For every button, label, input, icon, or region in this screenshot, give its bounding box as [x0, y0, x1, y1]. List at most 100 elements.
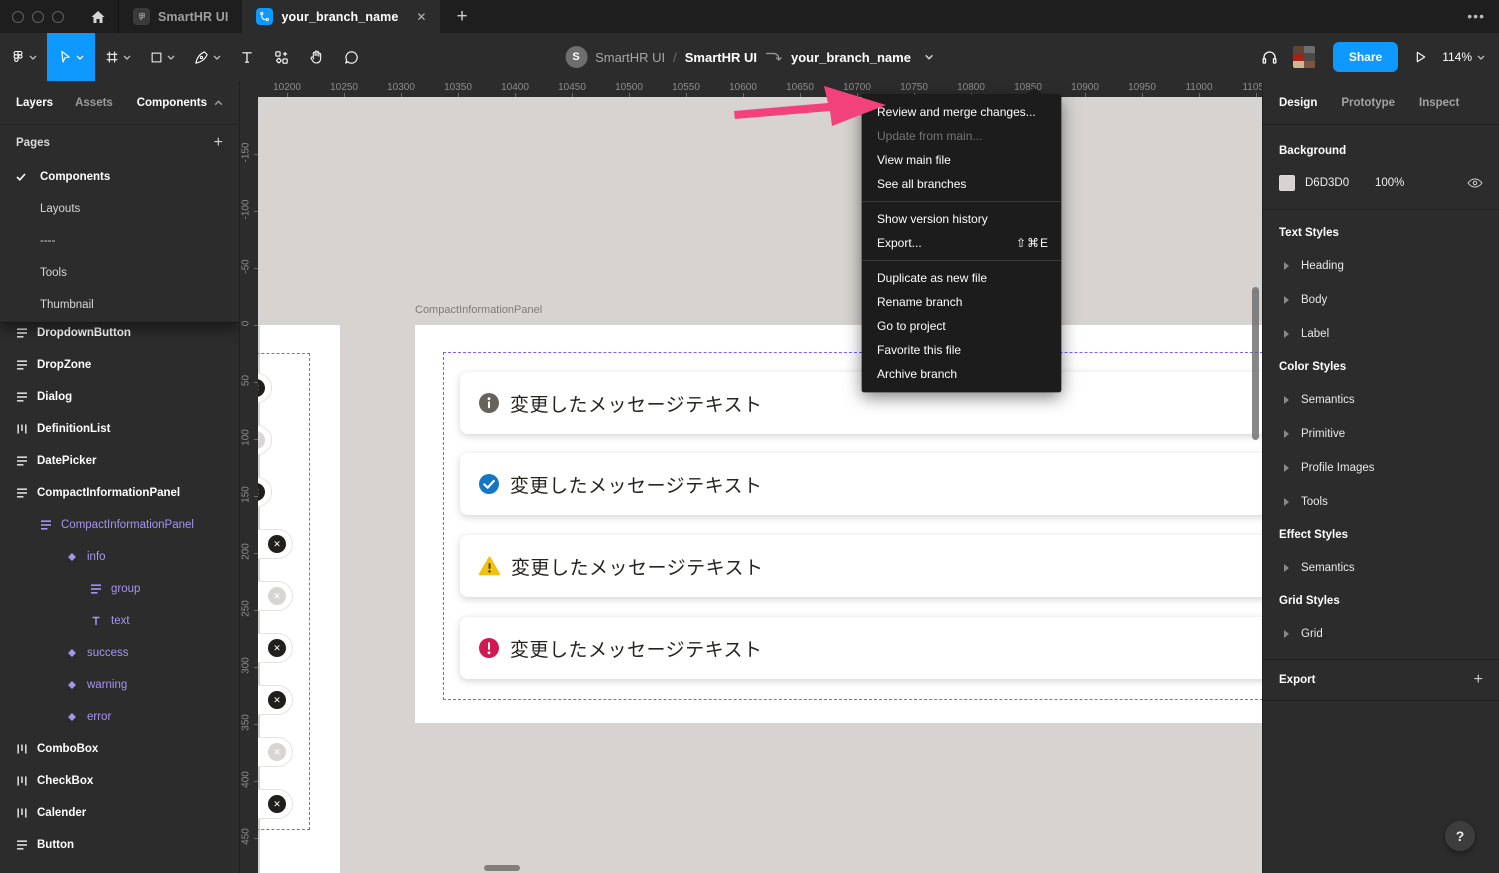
- layer-item-compactinformationpanel[interactable]: CompactInformationPanel: [0, 477, 239, 509]
- home-button[interactable]: [78, 0, 118, 33]
- layer-item-calender[interactable]: Calender: [0, 797, 239, 829]
- layer-item-warning[interactable]: warning: [0, 669, 239, 701]
- style-item-label[interactable]: Label: [1263, 317, 1499, 351]
- layer-item-dialog[interactable]: Dialog: [0, 381, 239, 413]
- vertical-scrollbar[interactable]: [1252, 287, 1259, 440]
- add-export-button[interactable]: +: [1474, 671, 1483, 689]
- style-item-primitive[interactable]: Primitive: [1263, 417, 1499, 451]
- tab-design[interactable]: Design: [1279, 97, 1317, 109]
- menu-item-favorite-this-file[interactable]: Favorite this file: [862, 338, 1061, 362]
- layer-item-success[interactable]: success: [0, 637, 239, 669]
- tab-branch[interactable]: your_branch_name ✕: [242, 0, 440, 33]
- minimize-window-icon[interactable]: [32, 11, 44, 23]
- comment-tool-button[interactable]: [334, 33, 369, 81]
- disclosure-triangle-icon[interactable]: [1284, 464, 1289, 472]
- branch-menu-chevron-icon[interactable]: [925, 54, 934, 60]
- frame-tool-button[interactable]: [95, 33, 140, 81]
- layer-item-group[interactable]: group: [0, 573, 239, 605]
- disclosure-triangle-icon[interactable]: [1284, 330, 1289, 338]
- tab-assets[interactable]: Assets: [75, 97, 113, 109]
- layer-item-error[interactable]: error: [0, 701, 239, 733]
- style-item-body[interactable]: Body: [1263, 283, 1499, 317]
- new-tab-button[interactable]: +: [440, 6, 483, 28]
- text-tool-button[interactable]: [230, 33, 264, 81]
- shape-tool-button[interactable]: [140, 33, 184, 81]
- close-tab-icon[interactable]: ✕: [416, 10, 426, 24]
- style-item-heading[interactable]: Heading: [1263, 249, 1499, 283]
- menu-item-duplicate-as-new-file[interactable]: Duplicate as new file: [862, 266, 1061, 290]
- page-item-tools[interactable]: Tools: [0, 257, 239, 289]
- move-tool-button[interactable]: [47, 33, 95, 81]
- page-item-[interactable]: ----: [0, 225, 239, 257]
- main-menu-button[interactable]: [0, 33, 47, 81]
- maximize-window-icon[interactable]: [52, 11, 64, 23]
- disclosure-triangle-icon[interactable]: [1284, 564, 1289, 572]
- team-avatar[interactable]: S: [565, 46, 587, 68]
- message-card-warning[interactable]: 変更したメッセージテキスト: [460, 535, 1262, 597]
- breadcrumb-branch[interactable]: your_branch_name: [791, 50, 911, 65]
- frame-name-label[interactable]: CompactInformationPanel: [415, 304, 542, 316]
- resources-tool-button[interactable]: [264, 33, 299, 81]
- page-item-layouts[interactable]: Layouts: [0, 193, 239, 225]
- disclosure-triangle-icon[interactable]: [1284, 430, 1289, 438]
- tab-layers[interactable]: Layers: [16, 97, 53, 109]
- window-controls[interactable]: [0, 11, 78, 23]
- pen-tool-button[interactable]: [184, 33, 230, 81]
- menu-item-show-version-history[interactable]: Show version history: [862, 207, 1061, 231]
- tab-smarthr-ui[interactable]: SmartHR UI: [118, 0, 242, 33]
- background-hex-value[interactable]: D6D3D0: [1305, 177, 1365, 189]
- layer-item-definitionlist[interactable]: DefinitionList: [0, 413, 239, 445]
- hand-tool-button[interactable]: [299, 33, 334, 81]
- layer-item-combobox[interactable]: ComboBox: [0, 733, 239, 765]
- style-item-grid[interactable]: Grid: [1263, 617, 1499, 651]
- layer-item-button[interactable]: Button: [0, 829, 239, 861]
- present-play-icon[interactable]: [1412, 49, 1428, 65]
- visibility-eye-icon[interactable]: [1467, 177, 1483, 189]
- message-card-info[interactable]: 変更したメッセージテキスト: [460, 372, 1262, 434]
- style-item-tools[interactable]: Tools: [1263, 485, 1499, 519]
- help-button[interactable]: ?: [1445, 821, 1475, 851]
- share-button[interactable]: Share: [1333, 42, 1398, 72]
- style-item-semantics[interactable]: Semantics: [1263, 551, 1499, 585]
- horizontal-scrollbar[interactable]: [484, 865, 520, 871]
- breadcrumb-file[interactable]: SmartHR UI: [685, 50, 757, 65]
- tab-prototype[interactable]: Prototype: [1341, 97, 1395, 109]
- disclosure-triangle-icon[interactable]: [1284, 498, 1289, 506]
- layer-item-compactinformationpanel[interactable]: CompactInformationPanel: [0, 509, 239, 541]
- style-item-semantics[interactable]: Semantics: [1263, 383, 1499, 417]
- style-item-profile-images[interactable]: Profile Images: [1263, 451, 1499, 485]
- menu-item-go-to-project[interactable]: Go to project: [862, 314, 1061, 338]
- background-color-swatch[interactable]: [1279, 175, 1295, 191]
- tab-inspect[interactable]: Inspect: [1419, 97, 1459, 109]
- breadcrumb-team[interactable]: SmartHR UI: [595, 50, 665, 65]
- background-opacity-value[interactable]: 100%: [1375, 177, 1404, 189]
- message-card-error[interactable]: 変更したメッセージテキスト: [460, 617, 1262, 679]
- menu-item-review-and-merge-changes[interactable]: Review and merge changes...: [862, 100, 1061, 124]
- branch-context-menu: Review and merge changes...Update from m…: [862, 95, 1061, 392]
- layer-item-checkbox[interactable]: CheckBox: [0, 765, 239, 797]
- disclosure-triangle-icon[interactable]: [1284, 296, 1289, 304]
- audio-headphones-icon[interactable]: [1260, 48, 1279, 67]
- message-card-success[interactable]: 変更したメッセージテキスト: [460, 453, 1262, 515]
- layer-item-text[interactable]: text: [0, 605, 239, 637]
- disclosure-triangle-icon[interactable]: [1284, 262, 1289, 270]
- more-options-icon[interactable]: •••: [1467, 8, 1485, 24]
- menu-item-view-main-file[interactable]: View main file: [862, 148, 1061, 172]
- menu-item-archive-branch[interactable]: Archive branch: [862, 362, 1061, 386]
- add-page-button[interactable]: +: [214, 134, 223, 152]
- canvas-viewport[interactable]: ✕✕✕✕✕✕✕✕✕ CompactInformationPanel 変更したメッ…: [240, 81, 1262, 873]
- menu-item-export[interactable]: Export...⇧⌘E: [862, 231, 1061, 255]
- close-window-icon[interactable]: [12, 11, 24, 23]
- zoom-level-control[interactable]: 114%: [1442, 50, 1485, 64]
- page-item-components[interactable]: Components: [0, 161, 239, 193]
- layer-item-dropzone[interactable]: DropZone: [0, 349, 239, 381]
- disclosure-triangle-icon[interactable]: [1284, 396, 1289, 404]
- menu-item-see-all-branches[interactable]: See all branches: [862, 172, 1061, 196]
- disclosure-triangle-icon[interactable]: [1284, 630, 1289, 638]
- user-avatar[interactable]: [1293, 46, 1315, 68]
- page-selector[interactable]: Components: [137, 97, 223, 109]
- menu-item-rename-branch[interactable]: Rename branch: [862, 290, 1061, 314]
- layer-item-info[interactable]: info: [0, 541, 239, 573]
- layer-item-datepicker[interactable]: DatePicker: [0, 445, 239, 477]
- page-item-thumbnail[interactable]: Thumbnail: [0, 289, 239, 321]
